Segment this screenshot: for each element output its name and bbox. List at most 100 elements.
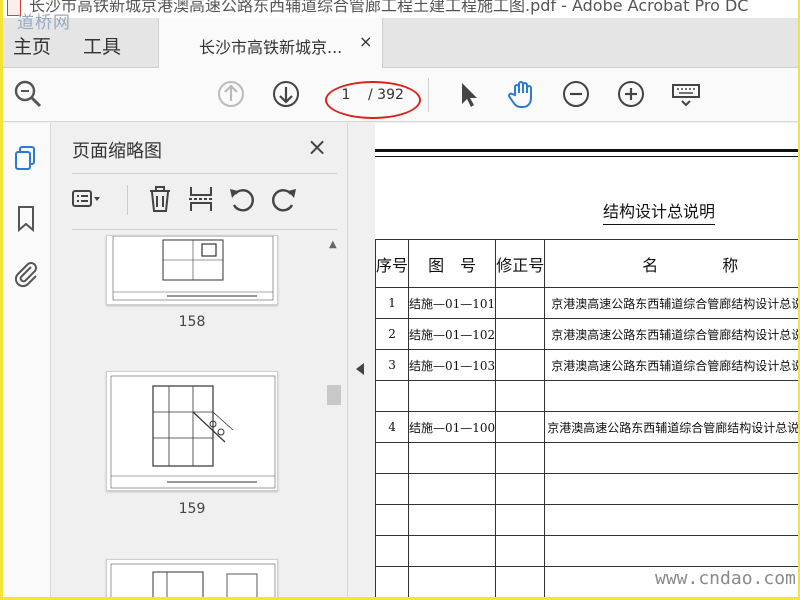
drawing-number: [408, 442, 497, 474]
options-menu-icon[interactable]: [70, 183, 102, 215]
drawing-number: 结施—01—101: [408, 287, 497, 319]
revision: [495, 535, 546, 567]
thumbnail-page-number: 158: [178, 314, 206, 330]
table-row: [375, 442, 798, 474]
thumbnail-page-number: 159: [178, 501, 206, 517]
page-thumbnails-icon[interactable]: [11, 143, 41, 173]
thumbnail-scrollbar[interactable]: [327, 241, 341, 597]
row-number: 3: [375, 349, 410, 381]
acrobat-window: 长沙市高铁新城京港澳高速公路东西辅道综合管廊工程土建工程施工图.pdf - Ad…: [3, 0, 798, 597]
bookmark-icon[interactable]: [11, 203, 41, 233]
collapse-panel-icon[interactable]: [356, 363, 364, 375]
window-title: 长沙市高铁新城京港澳高速公路东西辅道综合管廊工程土建工程施工图.pdf - Ad…: [29, 0, 749, 15]
table-header-row: 序号 图 号 修正号 名 称: [375, 239, 798, 288]
row-number: [375, 442, 410, 474]
tab-bar: 主页 工具 长沙市高铁新城京... ×: [3, 18, 798, 69]
revision: [495, 380, 546, 412]
thumbnail-drawing: [110, 375, 276, 489]
page-down-icon[interactable]: [269, 77, 303, 111]
page-thumbnail[interactable]: [106, 559, 278, 597]
attachment-icon[interactable]: [11, 258, 41, 288]
select-cursor-icon[interactable]: [451, 77, 485, 111]
table-row: 2 结施—01—102 京港澳高速公路东西辅道综合管廊结构设计总说明: [375, 318, 798, 350]
drawing-name: 京港澳高速公路东西辅道综合管廊结构设计总说明: [544, 349, 798, 381]
thumbnail-drawing: [110, 563, 276, 597]
revision: [495, 318, 546, 350]
drawing-name: 京港澳高速公路东西辅道综合管廊结构设计总说明: [544, 287, 798, 319]
table-header: 图 号: [408, 239, 497, 288]
toolbar-divider: [428, 78, 429, 112]
extract-page-icon[interactable]: [185, 183, 217, 215]
rotate-right-icon[interactable]: [268, 183, 300, 215]
table-row: [375, 380, 798, 412]
row-number: [375, 473, 410, 505]
table-row: [375, 504, 798, 536]
tab-home[interactable]: 主页: [13, 32, 51, 59]
revision: [495, 504, 546, 536]
row-number: [375, 504, 410, 536]
drawing-number: [408, 473, 497, 505]
drawing-number: [408, 380, 497, 412]
close-tab-icon[interactable]: ×: [359, 32, 372, 51]
row-number: 1: [375, 287, 410, 319]
revision: [495, 442, 546, 474]
scrollbar-thumb[interactable]: [327, 385, 341, 405]
doc-rule: [375, 149, 798, 152]
drawing-name: [544, 535, 798, 567]
tab-document[interactable]: 长沙市高铁新城京... ×: [158, 18, 383, 69]
thumbnails-panel: 页面缩略图 × 158 159 ▲: [52, 123, 347, 597]
tab-document-label: 长沙市高铁新城京...: [199, 38, 343, 57]
drawing-number: [408, 566, 497, 597]
page-thumbnail-159[interactable]: [106, 371, 278, 491]
drawing-number: [408, 535, 497, 567]
watermark-logo: 道桥网: [17, 13, 71, 33]
revision: [495, 473, 546, 505]
panel-collapse-strip: [347, 123, 375, 597]
title-bar: 长沙市高铁新城京港澳高速公路东西辅道综合管廊工程土建工程施工图.pdf - Ad…: [3, 0, 798, 18]
table-row: 4 结施—01—100 京港澳高速公路东西辅道综合管廊结构设计总说明图纸: [375, 411, 798, 443]
close-panel-icon[interactable]: ×: [307, 133, 327, 161]
drawing-name: 京港澳高速公路东西辅道综合管廊结构设计总说明: [544, 318, 798, 350]
panel-divider: [72, 173, 337, 174]
scroll-up-arrow-icon[interactable]: ▲: [329, 239, 337, 250]
delete-page-icon[interactable]: [144, 183, 176, 215]
revision: [495, 349, 546, 381]
drawing-number: [408, 504, 497, 536]
zoom-in-icon[interactable]: [614, 77, 648, 111]
hand-tool-icon[interactable]: [505, 77, 539, 111]
zoom-out-icon[interactable]: [559, 77, 593, 111]
drawing-name: [544, 473, 798, 505]
table-row: [375, 535, 798, 567]
panel-divider: [72, 229, 337, 230]
tab-tools[interactable]: 工具: [83, 32, 121, 59]
revision: [495, 287, 546, 319]
drawing-index-table: 序号 图 号 修正号 名 称 1 结施—01—101 京港澳高速公路东西辅道综合…: [375, 239, 798, 597]
drawing-name: [544, 442, 798, 474]
table-header: 名 称: [544, 239, 798, 288]
drawing-name: [544, 380, 798, 412]
watermark-url: www.cndao.com: [655, 568, 796, 589]
doc-rule: [375, 156, 798, 157]
row-number: [375, 566, 410, 597]
row-number: 2: [375, 318, 410, 350]
row-number: [375, 535, 410, 567]
drawing-number: 结施—01—100: [408, 411, 497, 443]
table-header: 序号: [375, 239, 410, 288]
drawing-number: 结施—01—103: [408, 349, 497, 381]
panel-toolbar-divider: [127, 185, 128, 215]
navigation-rail: [3, 123, 51, 597]
annotation-highlight-ellipse: [325, 81, 421, 119]
keyboard-icon[interactable]: [669, 77, 703, 111]
page-thumbnail-158[interactable]: [106, 235, 278, 305]
drawing-name: 京港澳高速公路东西辅道综合管廊结构设计总说明图纸: [544, 411, 798, 443]
table-header: 修正号: [495, 239, 546, 288]
search-zoom-icon[interactable]: [11, 77, 45, 111]
panel-title: 页面缩略图: [72, 141, 162, 162]
drawing-name: [544, 504, 798, 536]
document-view[interactable]: 结构设计总说明 序号 图 号 修正号 名 称 1 结施—01—101 京港澳高速…: [375, 123, 798, 597]
row-number: 4: [375, 411, 410, 443]
rotate-left-icon[interactable]: [226, 183, 258, 215]
table-row: [375, 473, 798, 505]
page-up-icon[interactable]: [214, 77, 248, 111]
document-heading: 结构设计总说明: [603, 198, 716, 225]
